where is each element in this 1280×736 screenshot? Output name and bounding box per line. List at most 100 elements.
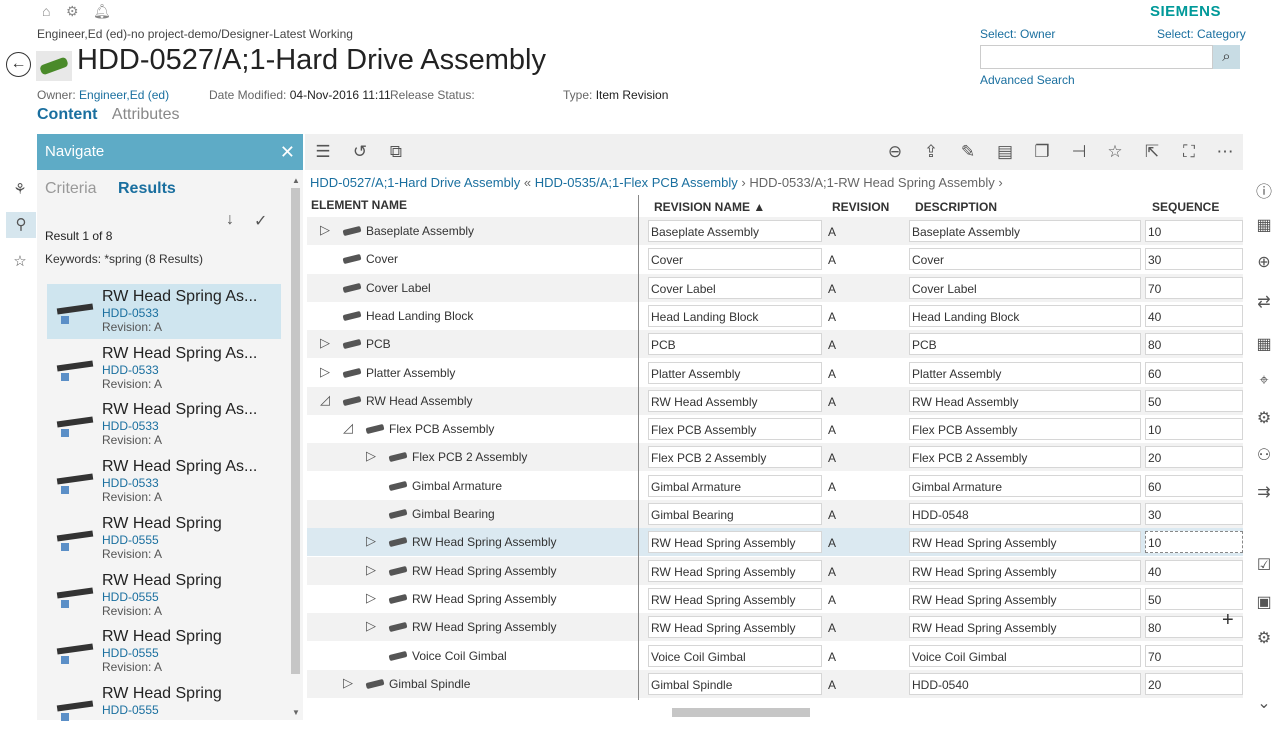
sequence-cell[interactable]: 50 [1145, 389, 1243, 412]
save-icon[interactable]: ▤ [994, 142, 1016, 162]
revision-name-cell[interactable]: RW Head Spring Assembly [648, 587, 822, 610]
table-row[interactable]: Gimbal Armature Gimbal Armature A Gimbal Ar… [307, 472, 1243, 500]
search-icon[interactable]: ⌕ [1213, 45, 1240, 69]
revision-name-cell[interactable]: Baseplate Assembly [648, 220, 822, 242]
table-row[interactable]: ▷ Platter Assembly Platter Assembly A Platte… [307, 359, 1243, 387]
tree-icon[interactable]: ⚘ [10, 180, 30, 200]
sequence-cell[interactable]: 60 [1145, 474, 1243, 497]
revision-name-cell[interactable]: Head Landing Block [648, 304, 822, 327]
description-cell[interactable]: HDD-0540 [909, 672, 1141, 695]
description-cell[interactable]: RW Head Spring Assembly [909, 587, 1141, 610]
sequence-cell[interactable]: 40 [1145, 304, 1243, 327]
description-cell[interactable]: Cover Label [909, 276, 1141, 299]
col-description[interactable]: DESCRIPTION [915, 200, 997, 214]
expand-icon[interactable]: ▷ [366, 590, 376, 606]
sequence-cell[interactable]: 70 [1145, 276, 1243, 299]
table-row[interactable]: ▷ RW Head Spring Assembly RW Head Spring A… [307, 528, 1243, 557]
home-icon[interactable]: ⌂ [42, 3, 50, 19]
result-item[interactable]: RW Head Spring HDD-0555 Revision: A [47, 511, 281, 566]
sequence-cell[interactable]: 10 [1145, 531, 1243, 554]
chevron-down-icon[interactable]: ⌄ [1254, 693, 1274, 713]
table-row[interactable]: ▷ PCB PCB A PCB 80 [307, 330, 1243, 359]
back-button[interactable]: ← [6, 52, 31, 77]
revision-name-cell[interactable]: Gimbal Bearing [648, 503, 822, 525]
result-item[interactable]: RW Head Spring As... HDD-0533 Revision: A [47, 341, 281, 396]
sequence-cell[interactable]: 50 [1145, 587, 1243, 610]
description-cell[interactable]: Voice Coil Gimbal [909, 644, 1141, 667]
sequence-cell[interactable]: 20 [1145, 446, 1243, 469]
column-divider[interactable] [638, 195, 639, 700]
sequence-cell[interactable]: 80 [1145, 333, 1243, 356]
settings-icon[interactable]: ⚙ [1254, 628, 1274, 648]
description-cell[interactable]: Flex PCB 2 Assembly [909, 446, 1141, 469]
result-item[interactable]: RW Head Spring As... HDD-0533 Revision: A [47, 454, 281, 509]
tab-content[interactable]: Content [37, 106, 97, 123]
expand-icon[interactable]: ▷ [366, 448, 376, 464]
col-revision[interactable]: REVISION [832, 200, 889, 214]
more-icon[interactable]: ⋯ [1214, 142, 1236, 162]
table-row[interactable]: Gimbal Bearing Gimbal Bearing A HDD-0548 30 [307, 500, 1243, 528]
table-row[interactable]: ◿ RW Head Assembly RW Head Assembly A RW Hea… [307, 386, 1243, 415]
export-icon[interactable]: ⇱ [1141, 142, 1163, 162]
col-revision-name[interactable]: REVISION NAME ▲ [654, 200, 765, 214]
checklist-icon[interactable]: ☑ [1254, 555, 1274, 575]
sequence-cell[interactable]: 10 [1145, 418, 1243, 441]
remove-icon[interactable]: ⊖ [884, 142, 906, 162]
sequence-cell[interactable]: 30 [1145, 248, 1243, 271]
expand-icon[interactable]: ▷ [320, 335, 330, 351]
sequence-cell[interactable]: 60 [1145, 361, 1243, 384]
bell-icon[interactable]: 🔔︎ [93, 3, 111, 20]
sequence-cell[interactable]: 20 [1145, 672, 1243, 695]
table-row[interactable]: ▷ Flex PCB 2 Assembly Flex PCB 2 Assembly A… [307, 443, 1243, 472]
expand-icon[interactable]: ◿ [320, 392, 330, 408]
results-scroll-thumb[interactable] [291, 188, 300, 674]
sequence-cell[interactable]: 40 [1145, 559, 1243, 582]
expand-icon[interactable]: ◿ [343, 420, 353, 436]
revision-name-cell[interactable]: Flex PCB Assembly [648, 418, 822, 441]
expand-icon[interactable]: ▷ [320, 364, 330, 380]
sequence-cell[interactable]: 10 [1145, 220, 1243, 242]
table-icon[interactable]: ▦ [1254, 334, 1274, 354]
sort-icon[interactable]: ↓ [226, 211, 234, 229]
table-row[interactable]: ▷ RW Head Spring Assembly RW Head Spring A… [307, 613, 1243, 642]
workflow-icon[interactable]: ⚙ [1254, 408, 1274, 428]
revision-name-cell[interactable]: RW Head Spring Assembly [648, 559, 822, 582]
path-link-2[interactable]: HDD-0535/A;1-Flex PCB Assembly [535, 175, 738, 190]
close-icon[interactable]: ✕ [280, 134, 295, 170]
tree-structure-icon[interactable]: ⌖ [1254, 372, 1274, 392]
navigate-icon[interactable]: ⚲ [6, 212, 36, 238]
revision-name-cell[interactable]: Platter Assembly [648, 361, 822, 384]
description-cell[interactable]: RW Head Spring Assembly [909, 559, 1141, 582]
tab-results[interactable]: Results [118, 180, 176, 198]
expand-icon[interactable]: ▷ [366, 562, 376, 578]
related-icon[interactable]: ▦ [1254, 215, 1274, 235]
info-icon[interactable]: ⓘ [1254, 178, 1274, 201]
table-row[interactable]: Cover Cover A Cover 30 [307, 245, 1243, 273]
schedule-icon[interactable]: ▣ [1254, 592, 1274, 612]
description-cell[interactable]: RW Head Spring Assembly [909, 531, 1141, 554]
copy-icon[interactable]: ❐ [1031, 142, 1053, 162]
revision-name-cell[interactable]: Cover [648, 248, 822, 271]
col-element-name[interactable]: ELEMENT NAME [311, 198, 407, 212]
description-cell[interactable]: HDD-0548 [909, 503, 1141, 525]
table-row[interactable]: ▷ Baseplate Assembly Baseplate Assembly A Ba… [307, 217, 1243, 245]
select-category[interactable]: Select: Category [1157, 27, 1246, 41]
scroll-down-icon[interactable]: ▼ [292, 708, 300, 717]
revision-name-cell[interactable]: RW Head Spring Assembly [648, 531, 822, 554]
description-cell[interactable]: Gimbal Armature [909, 474, 1141, 497]
pin-icon[interactable]: ⊣ [1068, 142, 1090, 162]
description-cell[interactable]: Platter Assembly [909, 361, 1141, 384]
description-cell[interactable]: Head Landing Block [909, 304, 1141, 327]
fullscreen-icon[interactable]: ⛶ [1178, 142, 1200, 162]
table-row[interactable]: ▷ Gimbal Spindle Gimbal Spindle A HDD-0540 20 [307, 669, 1243, 698]
bookmark-icon[interactable]: ☆ [10, 252, 30, 272]
gear-icon[interactable]: ⚙ [66, 3, 79, 20]
breadcrumb[interactable]: Engineer,Ed (ed)-no project-demo/Designe… [37, 27, 353, 41]
revision-name-cell[interactable]: Cover Label [648, 276, 822, 299]
columns-icon[interactable]: ☰ [312, 142, 334, 162]
table-row[interactable]: ▷ RW Head Spring Assembly RW Head Spring A… [307, 585, 1243, 613]
revision-name-cell[interactable]: RW Head Spring Assembly [648, 616, 822, 639]
advanced-search-link[interactable]: Advanced Search [980, 73, 1075, 87]
description-cell[interactable]: PCB [909, 333, 1141, 356]
description-cell[interactable]: Cover [909, 248, 1141, 271]
